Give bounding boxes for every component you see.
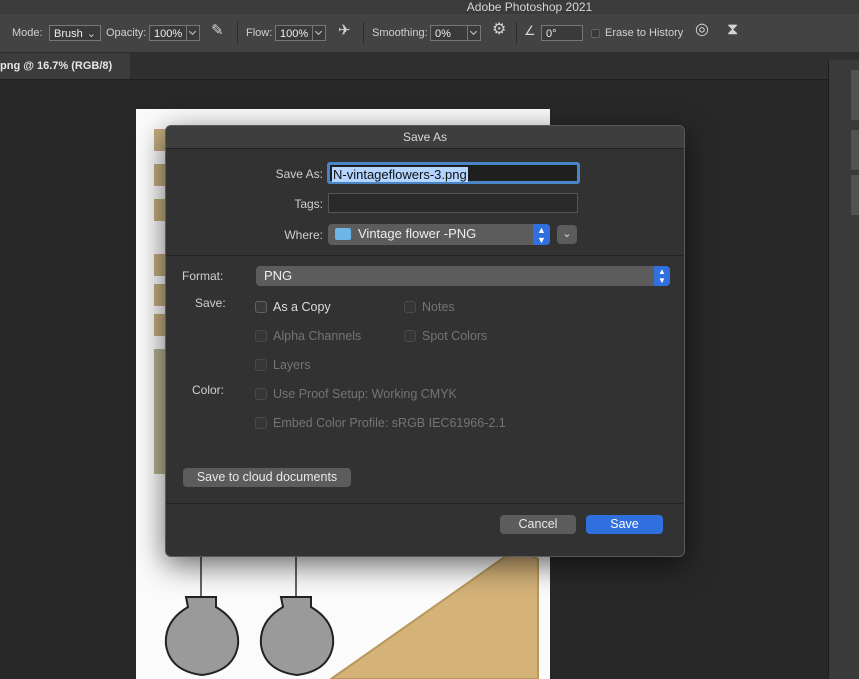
app-title: Adobe Photoshop 2021 — [466, 0, 593, 14]
spot-colors-label: Spot Colors — [422, 329, 488, 343]
mode-value: Brush — [54, 28, 83, 40]
filename-value: N-vintageflowers-3.png — [332, 167, 468, 182]
symmetry-butterfly-icon[interactable]: ⧗ — [727, 22, 738, 38]
angle-value: 0° — [546, 28, 557, 40]
notes-checkbox[interactable] — [404, 301, 416, 313]
smoothing-input[interactable]: 0% — [430, 25, 468, 41]
divider — [363, 22, 364, 44]
embed-color-profile-checkbox[interactable] — [255, 417, 267, 429]
color-options-label: Color: — [192, 383, 225, 397]
smoothing-value: 0% — [435, 28, 451, 40]
smoothing-dropdown-button[interactable] — [467, 25, 481, 41]
cancel-button[interactable]: Cancel — [500, 515, 576, 534]
dialog-divider — [166, 255, 684, 256]
panel-icon-strip[interactable] — [851, 130, 859, 170]
save-as-dialog: Save As Save As: N-vintageflowers-3.png … — [165, 125, 685, 557]
format-value: PNG — [264, 268, 293, 283]
alpha-channels-label: Alpha Channels — [273, 329, 362, 343]
as-a-copy-label: As a Copy — [273, 300, 331, 314]
brush-tool-icon[interactable]: ✎ — [211, 23, 224, 38]
folder-icon — [335, 228, 351, 240]
layers-label: Layers — [273, 358, 311, 372]
where-value: Vintage flower -PNG — [358, 226, 477, 241]
embed-color-profile-label: Embed Color Profile: sRGB IEC61966-2.1 — [273, 416, 506, 430]
gear-icon[interactable]: ⚙ — [492, 22, 506, 38]
chevron-down-icon: ⌄ — [562, 228, 572, 240]
smoothing-label: Smoothing: — [372, 27, 428, 39]
stepper-arrows-icon: ▲ ▼ — [654, 266, 670, 286]
save-button[interactable]: Save — [586, 515, 663, 534]
stepper-arrows-icon: ▲ ▼ — [533, 224, 550, 245]
dialog-title: Save As — [402, 130, 448, 144]
alpha-channels-checkbox[interactable] — [255, 330, 267, 342]
save-options-label: Save: — [195, 296, 226, 310]
as-a-copy-checkbox[interactable] — [255, 301, 267, 313]
format-dropdown[interactable]: PNG ▲ ▼ — [256, 266, 670, 286]
opacity-input[interactable]: 100% — [149, 25, 187, 41]
dialog-divider — [166, 503, 684, 504]
where-dropdown[interactable]: Vintage flower -PNG ▲ ▼ — [328, 224, 550, 245]
opacity-label: Opacity: — [106, 27, 147, 39]
document-tab-bar: png @ 16.7% (RGB/8) » — [0, 53, 859, 80]
layers-checkbox[interactable] — [255, 359, 267, 371]
right-panel-dock — [828, 60, 859, 679]
erase-to-history-checkbox[interactable] — [591, 29, 600, 38]
divider — [237, 22, 238, 44]
use-proof-setup-checkbox[interactable] — [255, 388, 267, 400]
angle-input[interactable]: 0° — [541, 25, 583, 41]
pressure-icon[interactable]: ◎ — [695, 22, 709, 38]
spot-colors-checkbox[interactable] — [404, 330, 416, 342]
divider — [516, 22, 517, 44]
flow-value: 100% — [280, 28, 309, 40]
save-as-label: Save As: — [275, 167, 323, 181]
opacity-dropdown-button[interactable] — [186, 25, 200, 41]
panel-icon-strip[interactable] — [851, 175, 859, 215]
flow-label: Flow: — [246, 27, 273, 39]
options-bar: Mode: Brush ⌄ Opacity: 100% ✎ Flow: 100% … — [0, 14, 859, 53]
mode-label: Mode: — [12, 27, 43, 39]
document-tab-title: png @ 16.7% (RGB/8) — [0, 60, 113, 72]
notes-label: Notes — [422, 300, 455, 314]
panel-icon-strip[interactable] — [851, 70, 859, 120]
where-label: Where: — [284, 228, 323, 242]
flow-dropdown-button[interactable] — [312, 25, 326, 41]
tags-input[interactable] — [328, 193, 578, 213]
app-title-bar: Adobe Photoshop 2021 — [0, 0, 859, 14]
airbrush-icon[interactable]: ✈ — [338, 23, 351, 38]
mode-dropdown[interactable]: Brush ⌄ — [49, 25, 101, 41]
use-proof-setup-label: Use Proof Setup: Working CMYK — [273, 387, 457, 401]
tags-label: Tags: — [294, 197, 323, 211]
format-label: Format: — [182, 269, 224, 283]
filename-input[interactable]: N-vintageflowers-3.png — [327, 162, 580, 184]
angle-icon: ∠ — [524, 23, 536, 38]
document-tab[interactable]: png @ 16.7% (RGB/8) — [0, 53, 130, 79]
flow-input[interactable]: 100% — [275, 25, 313, 41]
expand-browser-button[interactable]: ⌄ — [557, 225, 577, 244]
dialog-title-bar: Save As — [166, 126, 684, 149]
erase-to-history-label: Erase to History — [605, 27, 684, 39]
opacity-value: 100% — [154, 28, 183, 40]
save-to-cloud-button[interactable]: Save to cloud documents — [183, 468, 351, 487]
chevron-down-icon: ⌄ — [86, 28, 96, 40]
